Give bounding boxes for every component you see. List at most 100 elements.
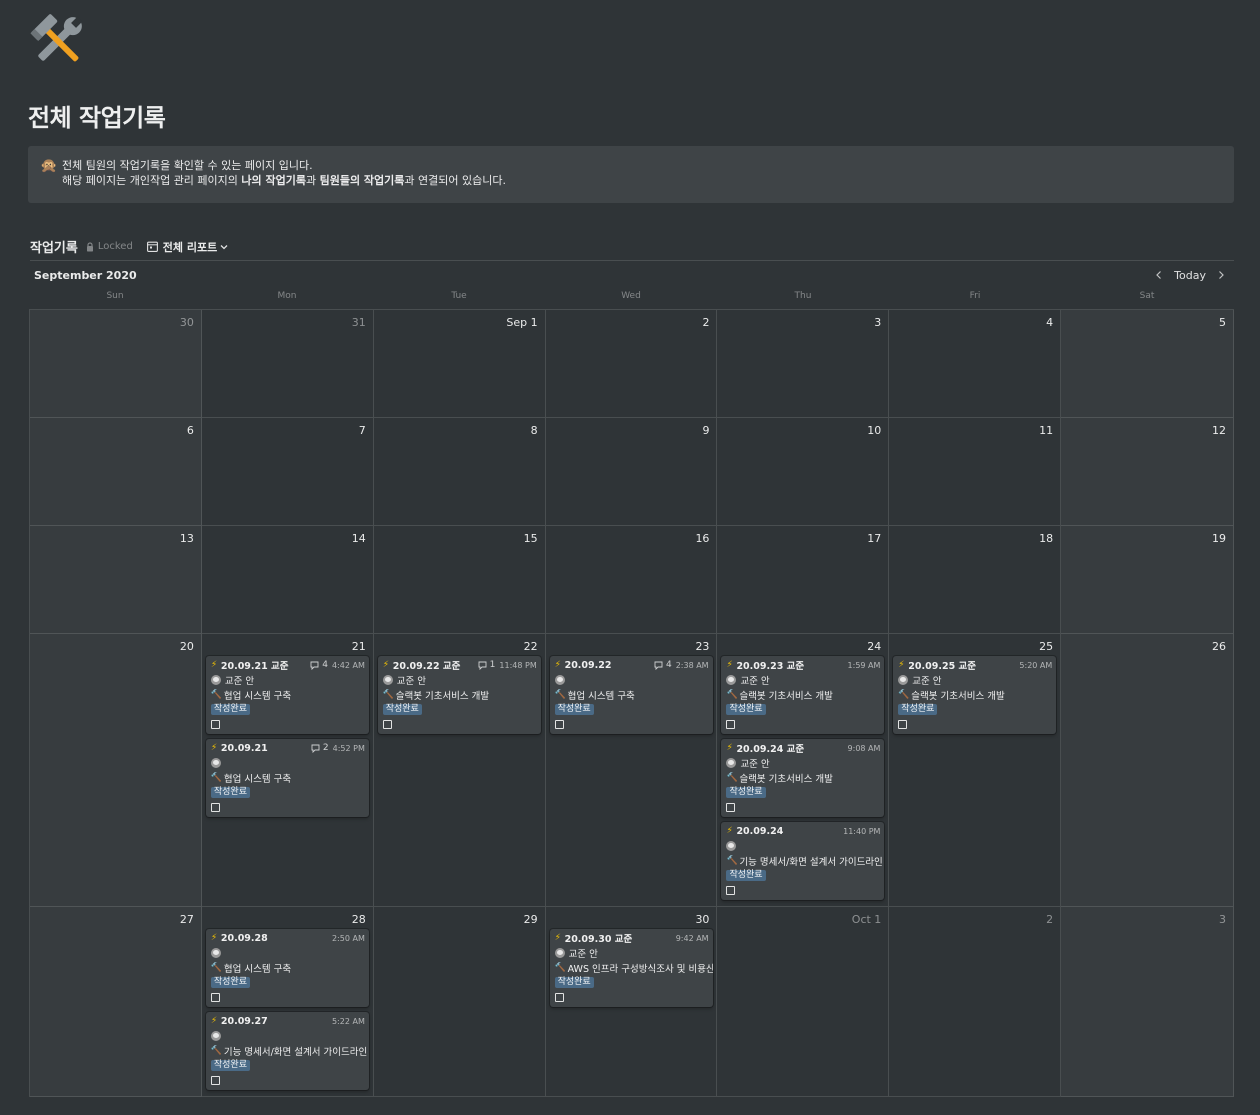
calendar-day[interactable]: 6 [30, 418, 202, 526]
day-number: 13 [179, 532, 194, 545]
day-number: 6 [186, 424, 194, 437]
calendar-day[interactable]: 9 [545, 418, 718, 526]
card-person: 교준 안 [726, 674, 770, 687]
checkbox[interactable] [726, 886, 736, 895]
calendar-day[interactable]: 4 [889, 310, 1062, 418]
calendar-day[interactable]: 12 [1061, 418, 1235, 526]
chevron-left-icon[interactable] [1154, 270, 1164, 280]
card-title: 20.09.25 교준 [908, 661, 976, 672]
checkbox[interactable] [554, 993, 564, 1002]
calendar-day[interactable]: 8 [373, 418, 546, 526]
checkbox[interactable] [898, 720, 908, 729]
calendar-day[interactable]: 7 [201, 418, 374, 526]
hammer-and-wrench-icon [30, 14, 83, 62]
card-header: ⚡ 20.09.21 2 4:52 PM [211, 742, 365, 754]
checkbox[interactable] [210, 803, 220, 812]
calendar-day[interactable]: 16 [545, 526, 718, 634]
calendar-day[interactable]: 18 [889, 526, 1062, 634]
calendar-day[interactable]: Sep 1 [373, 310, 546, 418]
calendar-day[interactable]: 11 [889, 418, 1062, 526]
calendar-day[interactable]: 22 ⚡ 20.09.22 교준 1 11:48 PM 교준 안 🔨 슬랙봇 기초… [373, 634, 546, 907]
calendar-day[interactable]: 29 [373, 907, 546, 1097]
card-meta: 11:40 PM [843, 827, 880, 836]
avatar [382, 675, 393, 685]
hammer-icon: 🔨 [726, 856, 738, 866]
work-log-card[interactable]: ⚡ 20.09.22 교준 1 11:48 PM 교준 안 🔨 슬랙봇 기초서비스… [377, 656, 541, 734]
project-name: 기능 명세서/화면 설계서 가이드라인 [739, 857, 883, 868]
checkbox[interactable] [554, 720, 564, 729]
work-log-card[interactable]: ⚡ 20.09.21 교준 4 4:42 AM 교준 안 🔨 협업 시스템 구축 … [205, 656, 369, 734]
lightning-icon: ⚡ [726, 826, 733, 836]
checkbox[interactable] [726, 720, 736, 729]
work-log-card[interactable]: ⚡ 20.09.27 5:22 AM 🔨 기능 명세서/화면 설계서 가이드라인… [205, 1012, 369, 1090]
calendar-day[interactable]: 13 [30, 526, 202, 634]
work-log-card[interactable]: ⚡ 20.09.30 교준 9:42 AM 교준 안 🔨 AWS 인프라 구성방… [549, 929, 713, 1007]
calendar-day[interactable]: 17 [717, 526, 890, 634]
calendar-day[interactable]: 30 [30, 310, 202, 418]
calendar-day[interactable]: Oct 1 [717, 907, 890, 1097]
hammer-icon: 🔨 [210, 690, 223, 700]
avatar [726, 841, 737, 851]
day-number: 8 [530, 424, 538, 437]
chevron-right-icon[interactable] [1216, 270, 1226, 280]
checkbox[interactable] [382, 720, 392, 729]
project-name: 협업 시스템 구축 [223, 774, 292, 785]
card-project: 🔨 AWS 인프라 구성방식조사 및 비용산정 [555, 962, 713, 975]
calendar-day[interactable]: 15 [373, 526, 546, 634]
calendar-day[interactable]: 30 ⚡ 20.09.30 교준 9:42 AM 교준 안 🔨 AWS 인프라 … [545, 907, 718, 1097]
card-meta: 2 4:52 PM [311, 743, 365, 753]
month-label: September 2020 [34, 268, 137, 282]
work-log-card[interactable]: ⚡ 20.09.25 교준 5:20 AM 교준 안 🔨 슬랙봇 기초서비스 개… [893, 656, 1057, 734]
card-meta: 5:22 AM [332, 1017, 365, 1026]
day-number: 7 [358, 424, 366, 437]
calendar-day[interactable]: 25 ⚡ 20.09.25 교준 5:20 AM 교준 안 🔨 슬랙봇 기초서비… [889, 634, 1062, 907]
hammer-icon: 🔨 [382, 690, 394, 700]
work-log-card[interactable]: ⚡ 20.09.21 2 4:52 PM 🔨 협업 시스템 구축 작성완료 [205, 739, 369, 817]
calendar-day[interactable]: 14 [201, 526, 374, 634]
project-name: 슬랙봇 기초서비스 개발 [911, 691, 1005, 702]
day-number: 31 [351, 316, 366, 329]
card-project: 🔨 협업 시스템 구축 [211, 962, 291, 975]
work-log-card[interactable]: ⚡ 20.09.24 교준 9:08 AM 교준 안 🔨 슬랙봇 기초서비스 개… [721, 739, 885, 817]
card-person [210, 1030, 225, 1042]
project-name: 협업 시스템 구축 [223, 691, 292, 702]
status-badge: 작성완료 [726, 870, 766, 881]
locked-indicator[interactable]: Locked [86, 241, 133, 252]
calendar-day[interactable]: 2 [545, 310, 718, 418]
checkbox[interactable] [726, 803, 736, 812]
avatar [726, 758, 737, 768]
today-button[interactable]: Today [1174, 269, 1206, 282]
work-log-card[interactable]: ⚡ 20.09.23 교준 1:59 AM 교준 안 🔨 슬랙봇 기초서비스 개… [721, 656, 885, 734]
calendar-day[interactable]: 20 [30, 634, 202, 907]
project-name: AWS 인프라 구성방식조사 및 비용산정 [567, 964, 713, 975]
calendar-day[interactable]: 26 [1061, 634, 1235, 907]
view-switcher[interactable]: 전체 리포트 [146, 239, 228, 255]
calendar-day[interactable]: 31 [201, 310, 374, 418]
calendar-day[interactable]: 28 ⚡ 20.09.28 2:50 AM 🔨 협업 시스템 구축 작성완료 ⚡… [201, 907, 374, 1097]
work-log-card[interactable]: ⚡ 20.09.22 4 2:38 AM 🔨 협업 시스템 구축 작성완료 [549, 656, 713, 734]
checkbox[interactable] [210, 993, 220, 1002]
card-time: 9:08 AM [847, 743, 881, 753]
checkbox[interactable] [210, 720, 220, 729]
project-name: 협업 시스템 구축 [567, 691, 635, 702]
comment-count: 4 [665, 660, 672, 670]
database-title[interactable]: 작업기록 [30, 237, 78, 256]
calendar-day[interactable]: 2 [889, 907, 1062, 1097]
calendar-day[interactable]: 23 ⚡ 20.09.22 4 2:38 AM 🔨 협업 시스템 구축 작성완료 [545, 634, 718, 907]
calendar-day[interactable]: 10 [717, 418, 890, 526]
work-log-card[interactable]: ⚡ 20.09.24 11:40 PM 🔨 기능 명세서/화면 설계서 가이드라… [721, 822, 885, 900]
calendar-day[interactable]: 3 [1061, 907, 1235, 1097]
person-name: 교준 안 [568, 949, 598, 960]
calendar-day[interactable]: 3 [717, 310, 890, 418]
work-log-card[interactable]: ⚡ 20.09.28 2:50 AM 🔨 협업 시스템 구축 작성완료 [205, 929, 369, 1007]
calendar-day[interactable]: 24 ⚡ 20.09.23 교준 1:59 AM 교준 안 🔨 슬랙봇 기초서비… [717, 634, 890, 907]
calendar-day[interactable]: 27 [30, 907, 202, 1097]
calendar-day[interactable]: 19 [1061, 526, 1235, 634]
hammer-icon: 🔨 [210, 773, 223, 783]
calendar-day[interactable]: 5 [1061, 310, 1235, 418]
card-person: 교준 안 [726, 757, 770, 770]
calendar-day[interactable]: 21 ⚡ 20.09.21 교준 4 4:42 AM 교준 안 🔨 협업 시스템 … [201, 634, 374, 907]
checkbox[interactable] [210, 1076, 220, 1085]
card-meta: 5:20 AM [1019, 661, 1052, 670]
day-number: 3 [874, 316, 882, 329]
